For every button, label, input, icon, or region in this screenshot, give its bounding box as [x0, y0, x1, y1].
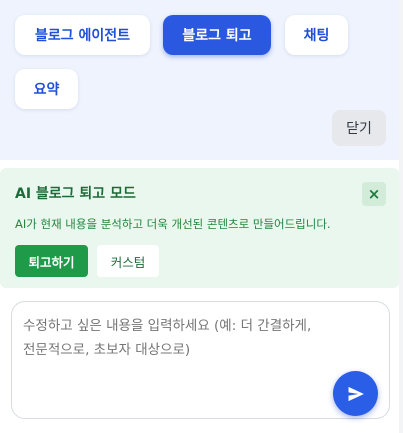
tab-blog-agent[interactable]: 블로그 에이전트 — [15, 15, 150, 55]
close-button[interactable]: 닫기 — [332, 110, 386, 146]
scrollbar-track[interactable] — [399, 0, 403, 433]
tab-summary[interactable]: 요약 — [15, 69, 78, 109]
mode-title: AI 블로그 퇴고 모드 — [15, 186, 136, 202]
send-button[interactable] — [333, 371, 378, 416]
mode-description: AI가 현재 내용을 분석하고 더욱 개선된 콘텐츠로 만들어드립니다. — [15, 217, 331, 231]
tab-blog-retouch[interactable]: 블로그 퇴고 — [163, 15, 271, 55]
send-icon — [348, 386, 364, 401]
custom-button[interactable]: 커스텀 — [97, 245, 159, 277]
mode-close-icon[interactable]: × — [362, 182, 386, 206]
message-input[interactable] — [23, 314, 323, 374]
retouch-button[interactable]: 퇴고하기 — [15, 245, 88, 277]
tab-chat[interactable]: 채팅 — [285, 15, 348, 55]
